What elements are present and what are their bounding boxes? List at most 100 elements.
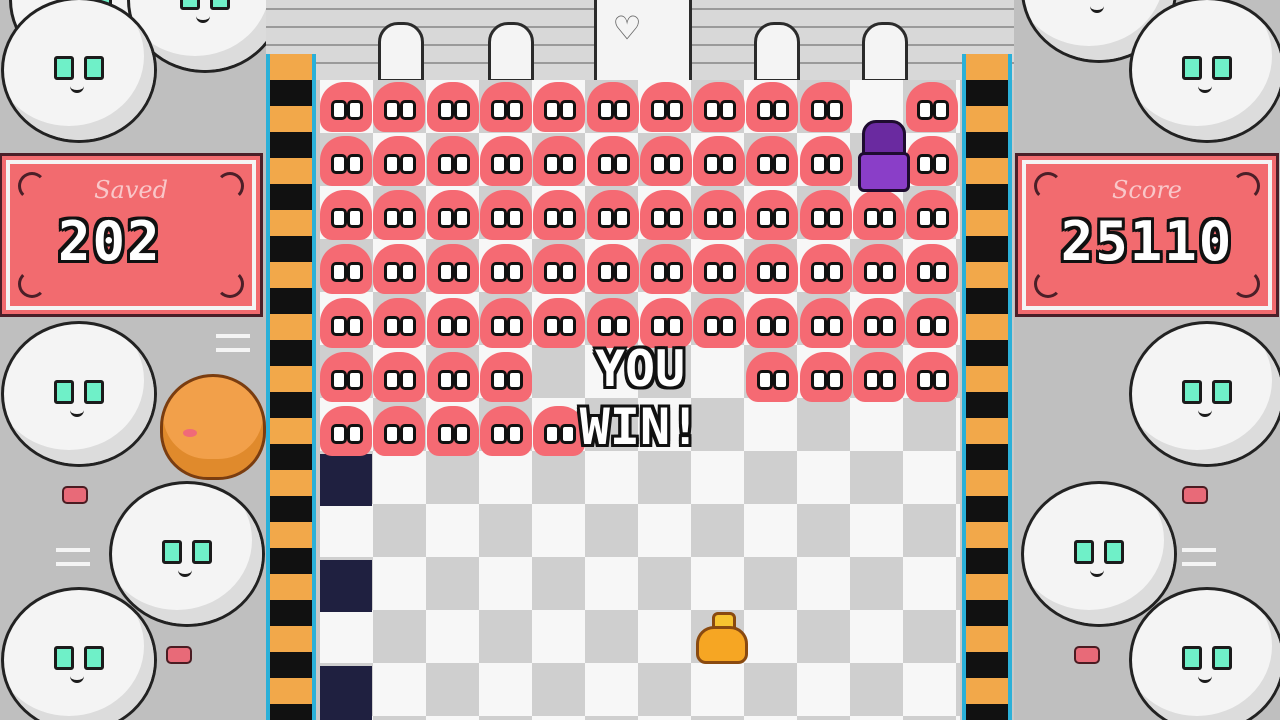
left-scenery — [0, 0, 266, 720]
blob-creature — [479, 136, 532, 186]
blob-creature — [693, 190, 746, 240]
tree-creature — [1132, 0, 1280, 140]
blob-creature — [746, 352, 799, 402]
blob-creature — [746, 190, 799, 240]
blob-creature — [373, 406, 426, 456]
blob-creature — [533, 136, 586, 186]
tree-creature — [4, 324, 154, 464]
ornament-icon — [18, 270, 46, 298]
red-flower — [1182, 486, 1208, 504]
pebbles — [1182, 548, 1216, 566]
tree-creature — [4, 0, 154, 140]
blob-creature — [533, 244, 586, 294]
blob-creature — [426, 82, 479, 132]
pebbles — [56, 548, 90, 566]
blob-creature — [479, 298, 532, 348]
player-bell-sprite — [694, 612, 748, 666]
ornament-icon — [1232, 270, 1260, 298]
blob-creature — [746, 136, 799, 186]
score-value: 25110 — [1060, 210, 1234, 273]
blob-creature — [373, 352, 426, 402]
blob-creature — [320, 244, 372, 294]
blob-creature — [693, 136, 746, 186]
blob-creature — [906, 190, 959, 240]
dark-tile — [320, 454, 372, 506]
blob-creature — [586, 190, 639, 240]
blob-creature — [426, 406, 479, 456]
saved-panel: Saved 202 — [6, 160, 256, 310]
blob-creature — [693, 244, 746, 294]
red-flower — [62, 486, 88, 504]
blob-creature — [586, 82, 639, 132]
blob-creature — [799, 136, 852, 186]
saved-label: Saved — [94, 176, 168, 204]
blob-creature — [639, 82, 692, 132]
left-wall — [266, 54, 316, 720]
castle-window — [862, 22, 908, 82]
blob-creature — [320, 406, 372, 456]
tree-creature — [1132, 324, 1280, 464]
score-panel: Score 25110 — [1022, 160, 1272, 310]
blob-creature — [426, 298, 479, 348]
blob-creature — [799, 82, 852, 132]
blob-creature — [906, 244, 959, 294]
blob-creature — [799, 190, 852, 240]
blob-creature — [533, 82, 586, 132]
blob-creature — [906, 136, 959, 186]
castle-window — [754, 22, 800, 82]
blob-creature — [320, 298, 372, 348]
blob-creature — [373, 244, 426, 294]
score-label: Score — [1111, 176, 1182, 204]
blob-creature — [586, 244, 639, 294]
blob-creature — [479, 406, 532, 456]
blob-creature — [320, 82, 372, 132]
red-flower — [1074, 646, 1100, 664]
heart-crest-icon: ♡ — [615, 6, 640, 52]
tree-creature — [1024, 484, 1174, 624]
castle-window — [378, 22, 424, 82]
blob-creature — [853, 244, 905, 294]
tree-creature — [4, 590, 154, 720]
blob-creature — [799, 244, 852, 294]
orange-cat-sprite — [160, 374, 266, 480]
blob-creature — [479, 190, 532, 240]
dark-tile — [320, 666, 372, 720]
blob-creature — [426, 136, 479, 186]
castle-window — [488, 22, 534, 82]
blob-creature — [586, 136, 639, 186]
pebbles — [216, 334, 250, 352]
blob-creature — [906, 82, 959, 132]
red-flower — [166, 646, 192, 664]
blob-creature — [799, 352, 852, 402]
blob-creature — [479, 82, 532, 132]
blob-creature — [320, 352, 372, 402]
blob-creature — [373, 82, 426, 132]
saved-count: 202 — [58, 210, 162, 273]
blob-creature — [693, 82, 746, 132]
blob-creature — [320, 136, 372, 186]
right-wall — [962, 54, 1012, 720]
blob-creature — [479, 244, 532, 294]
blob-creature — [906, 298, 959, 348]
heart-banner: ♡ — [594, 0, 692, 80]
blob-creature — [799, 298, 852, 348]
blob-creature — [533, 190, 586, 240]
blob-creature — [320, 190, 372, 240]
blob-creature — [426, 244, 479, 294]
blob-creature — [426, 352, 479, 402]
ornament-icon — [216, 270, 244, 298]
ornament-icon — [1034, 270, 1062, 298]
tree-creature — [1132, 590, 1280, 720]
blob-creature — [746, 82, 799, 132]
blob-creature — [746, 244, 799, 294]
win-message: YOU WIN! — [579, 340, 701, 456]
blob-creature — [853, 190, 905, 240]
blob-creature — [639, 244, 692, 294]
blob-creature — [373, 136, 426, 186]
blob-creature — [479, 352, 532, 402]
blob-creature — [746, 298, 799, 348]
blob-creature — [426, 190, 479, 240]
dark-tile — [320, 560, 372, 612]
blob-creature — [639, 136, 692, 186]
blob-creature — [853, 352, 905, 402]
